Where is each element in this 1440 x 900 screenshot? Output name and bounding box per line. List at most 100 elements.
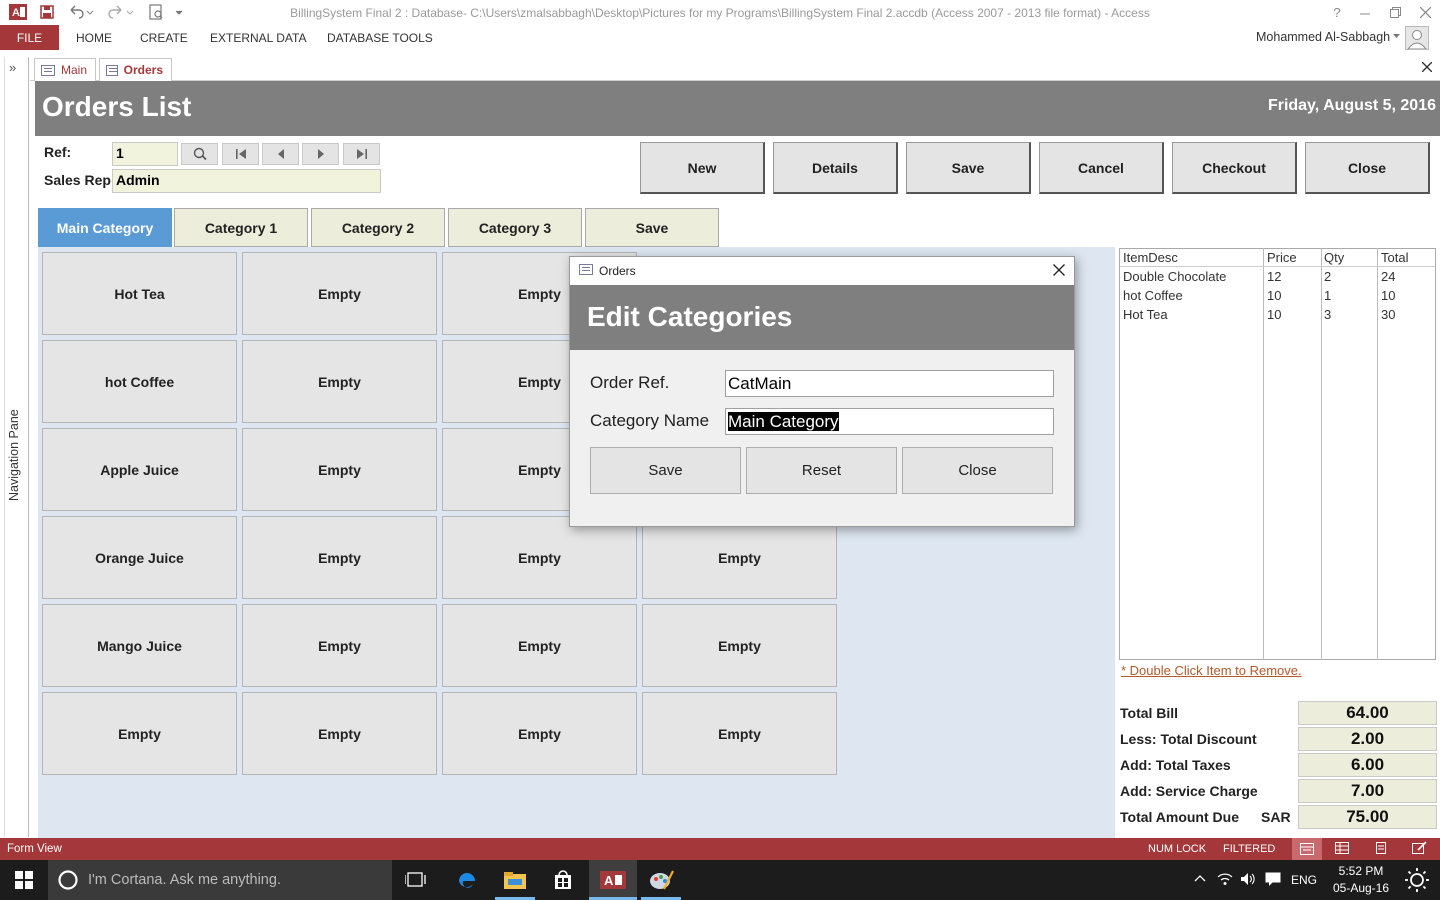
- category-name-input[interactable]: Main Category: [725, 408, 1054, 435]
- category-item-button[interactable]: Empty: [242, 428, 437, 511]
- category-item-button[interactable]: Apple Juice: [42, 428, 237, 511]
- category-item-button[interactable]: Empty: [442, 604, 637, 687]
- category-item-button[interactable]: Hot Tea: [42, 252, 237, 335]
- form-icon: [106, 64, 118, 76]
- item-total-cell[interactable]: 24: [1381, 269, 1395, 284]
- details-button[interactable]: Details: [773, 142, 898, 194]
- tab-main[interactable]: Main: [34, 58, 96, 81]
- item-price-cell[interactable]: 10: [1267, 307, 1281, 322]
- item-price-cell[interactable]: 12: [1267, 269, 1281, 284]
- clock-date[interactable]: 05-Aug-16: [1330, 881, 1392, 895]
- category-item-button[interactable]: Orange Juice: [42, 516, 237, 599]
- save-button[interactable]: Save: [906, 142, 1031, 194]
- item-desc-cell[interactable]: Double Chocolate: [1123, 269, 1226, 284]
- design-view-icon[interactable]: [1412, 841, 1427, 854]
- form-view-icon[interactable]: [1292, 838, 1322, 860]
- category-item-button[interactable]: Empty: [242, 516, 437, 599]
- tab-database-tools[interactable]: DATABASE TOOLS: [327, 31, 433, 45]
- checkout-button[interactable]: Checkout: [1172, 142, 1297, 194]
- dialog-save-button[interactable]: Save: [590, 447, 741, 494]
- tab-home[interactable]: HOME: [76, 31, 112, 45]
- navigation-pane-label[interactable]: Navigation Pane: [7, 409, 21, 501]
- input-language[interactable]: ENG: [1291, 873, 1317, 887]
- dialog-title-bar[interactable]: [570, 257, 1074, 285]
- column-header-qty[interactable]: Qty: [1324, 250, 1344, 265]
- tab-orders[interactable]: Orders: [99, 58, 172, 81]
- category-item-button[interactable]: Empty: [242, 252, 437, 335]
- avatar[interactable]: [1405, 26, 1429, 50]
- windows-start-icon[interactable]: [8, 865, 40, 895]
- close-icon[interactable]: [1053, 264, 1065, 276]
- tab-category-2[interactable]: Category 2: [311, 208, 445, 247]
- item-price-cell[interactable]: 10: [1267, 288, 1281, 303]
- new-button[interactable]: New: [640, 142, 765, 194]
- order-ref-field[interactable]: CatMain: [725, 370, 1054, 397]
- item-qty-cell[interactable]: 1: [1324, 288, 1331, 303]
- order-ref-label: Order Ref.: [590, 373, 670, 392]
- store-icon[interactable]: [547, 865, 579, 895]
- last-record-button[interactable]: [343, 143, 380, 165]
- restore-button[interactable]: [1380, 2, 1410, 22]
- tab-create[interactable]: CREATE: [140, 31, 188, 45]
- item-desc-cell[interactable]: hot Coffee: [1123, 288, 1183, 303]
- volume-icon[interactable]: [1240, 872, 1256, 886]
- tab-category-3[interactable]: Category 3: [448, 208, 582, 247]
- wifi-icon[interactable]: [1217, 872, 1233, 886]
- action-center-icon[interactable]: [1404, 867, 1430, 893]
- close-button[interactable]: Close: [1305, 142, 1430, 194]
- dialog-reset-button[interactable]: Reset: [746, 447, 897, 494]
- tab-orders-label: Orders: [123, 63, 163, 77]
- close-window-button[interactable]: [1410, 2, 1440, 22]
- category-item-button[interactable]: Empty: [442, 516, 637, 599]
- file-tab[interactable]: FILE: [0, 25, 59, 50]
- close-document-icon[interactable]: [1422, 62, 1432, 72]
- layout-view-icon[interactable]: [1374, 842, 1388, 854]
- category-item-button[interactable]: hot Coffee: [42, 340, 237, 423]
- item-desc-cell[interactable]: Hot Tea: [1123, 307, 1168, 322]
- search-button[interactable]: [181, 143, 218, 165]
- task-view-icon[interactable]: [400, 865, 432, 895]
- tab-external-data[interactable]: EXTERNAL DATA: [210, 31, 306, 45]
- item-total-cell[interactable]: 10: [1381, 288, 1395, 303]
- access-taskbar-icon[interactable]: A: [597, 865, 629, 895]
- ref-input[interactable]: 1: [112, 142, 178, 166]
- category-item-button[interactable]: Mango Juice: [42, 604, 237, 687]
- category-item-button[interactable]: Empty: [242, 604, 437, 687]
- ref-label: Ref:: [44, 144, 72, 160]
- previous-record-button[interactable]: [262, 143, 299, 165]
- category-item-button[interactable]: Empty: [642, 516, 837, 599]
- category-item-button[interactable]: Empty: [642, 604, 837, 687]
- paint-icon[interactable]: [645, 865, 677, 895]
- expand-pane-icon[interactable]: »: [9, 60, 16, 75]
- dialog-close-button[interactable]: Close: [902, 447, 1053, 494]
- tab-save-category[interactable]: Save: [585, 208, 719, 247]
- category-item-button[interactable]: Empty: [642, 692, 837, 775]
- file-explorer-icon[interactable]: [499, 865, 531, 895]
- category-item-button[interactable]: Empty: [442, 692, 637, 775]
- sales-rep-field[interactable]: Admin: [112, 169, 381, 193]
- notifications-icon[interactable]: [1265, 872, 1281, 886]
- column-header-itemdesc[interactable]: ItemDesc: [1123, 250, 1178, 265]
- item-qty-cell[interactable]: 2: [1324, 269, 1331, 284]
- next-record-button[interactable]: [302, 143, 339, 165]
- edge-icon[interactable]: [451, 865, 483, 895]
- first-record-button[interactable]: [222, 143, 259, 165]
- taxes-value: 6.00: [1298, 753, 1437, 777]
- minimize-button[interactable]: [1350, 2, 1380, 22]
- column-header-total[interactable]: Total: [1381, 250, 1408, 265]
- tab-main-category[interactable]: Main Category: [38, 208, 172, 247]
- category-item-button[interactable]: Empty: [242, 692, 437, 775]
- chevron-down-icon[interactable]: [1393, 34, 1400, 39]
- item-total-cell[interactable]: 30: [1381, 307, 1395, 322]
- item-qty-cell[interactable]: 3: [1324, 307, 1331, 322]
- user-account-name[interactable]: Mohammed Al-Sabbagh: [1256, 30, 1390, 44]
- datasheet-view-icon[interactable]: [1335, 842, 1349, 854]
- clock-time[interactable]: 5:52 PM: [1330, 864, 1392, 878]
- category-item-button[interactable]: Empty: [242, 340, 437, 423]
- help-button[interactable]: ?: [1322, 2, 1352, 22]
- column-header-price[interactable]: Price: [1267, 250, 1297, 265]
- category-item-button[interactable]: Empty: [42, 692, 237, 775]
- tab-category-1[interactable]: Category 1: [174, 208, 308, 247]
- cancel-button[interactable]: Cancel: [1039, 142, 1164, 194]
- chevron-up-icon[interactable]: [1194, 874, 1206, 882]
